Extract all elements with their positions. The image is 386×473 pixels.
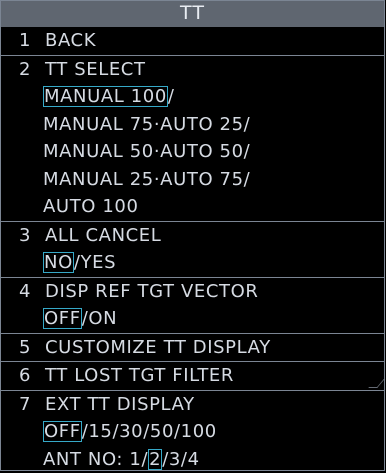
menu-item-label: BACK bbox=[45, 30, 96, 51]
menu-item-label: DISP REF TGT VECTOR bbox=[45, 281, 258, 302]
menu-item-number: 7 bbox=[19, 391, 45, 419]
menu-item-number: 3 bbox=[19, 222, 45, 250]
menu-item-number: 6 bbox=[19, 362, 45, 390]
option-label[interactable]: MANUAL 75·AUTO 25/ bbox=[43, 114, 250, 135]
all-cancel-options[interactable]: NO/YES bbox=[1, 249, 384, 277]
option-separator: / bbox=[168, 86, 175, 107]
menu-item-back[interactable]: 1BACK bbox=[1, 27, 384, 55]
menu-item-number: 5 bbox=[19, 334, 45, 362]
menu-item-disp-ref-tgt-vector[interactable]: 4DISP REF TGT VECTOR bbox=[1, 277, 384, 306]
tt-select-option-manual-75[interactable]: MANUAL 75·AUTO 25/ bbox=[1, 111, 384, 139]
selected-option[interactable]: MANUAL 100 bbox=[43, 86, 168, 107]
selected-option[interactable]: OFF bbox=[43, 308, 82, 329]
menu-item-tt-select[interactable]: 2TT SELECT bbox=[1, 55, 384, 84]
disp-ref-options[interactable]: OFF/ON bbox=[1, 305, 384, 333]
menu-item-label: TT SELECT bbox=[45, 59, 146, 80]
option-rest[interactable]: /ON bbox=[82, 308, 118, 329]
option-rest[interactable]: /15/30/50/100 bbox=[82, 421, 217, 442]
ant-no-label: ANT NO: bbox=[43, 449, 129, 470]
ant-no-row[interactable]: ANT NO: 1/2/3/4 bbox=[1, 446, 384, 473]
option-label[interactable]: MANUAL 50·AUTO 50/ bbox=[43, 141, 250, 162]
option-label[interactable]: AUTO 100 bbox=[43, 196, 139, 217]
menu-title: TT bbox=[1, 1, 384, 27]
menu-item-label: CUSTOMIZE TT DISPLAY bbox=[45, 337, 271, 358]
ext-display-options[interactable]: OFF/15/30/50/100 bbox=[1, 418, 384, 446]
tt-menu-panel: TT 1BACK 2TT SELECT MANUAL 100/ MANUAL 7… bbox=[0, 0, 385, 471]
menu-item-label: EXT TT DISPLAY bbox=[45, 394, 195, 415]
tt-select-option-manual-25[interactable]: MANUAL 25·AUTO 75/ bbox=[1, 166, 384, 194]
menu-item-label: ALL CANCEL bbox=[45, 225, 161, 246]
ant-no-after[interactable]: /3/4 bbox=[162, 449, 199, 470]
tt-select-option-manual-50[interactable]: MANUAL 50·AUTO 50/ bbox=[1, 138, 384, 166]
selected-option[interactable]: OFF bbox=[43, 421, 82, 442]
menu-item-number: 1 bbox=[19, 27, 45, 55]
ant-no-selected[interactable]: 2 bbox=[148, 449, 162, 470]
menu-item-all-cancel[interactable]: 3ALL CANCEL bbox=[1, 221, 384, 250]
menu-item-number: 4 bbox=[19, 278, 45, 306]
menu-item-label: TT LOST TGT FILTER bbox=[45, 365, 234, 386]
tt-select-option-manual-100[interactable]: MANUAL 100/ bbox=[1, 83, 384, 111]
tt-select-option-auto-100[interactable]: AUTO 100 bbox=[1, 193, 384, 221]
menu-item-customize-tt-display[interactable]: 5CUSTOMIZE TT DISPLAY bbox=[1, 333, 384, 362]
option-rest[interactable]: /YES bbox=[74, 252, 116, 273]
selected-option[interactable]: NO bbox=[43, 252, 74, 273]
option-label[interactable]: MANUAL 25·AUTO 75/ bbox=[43, 169, 250, 190]
menu-item-ext-tt-display[interactable]: 7EXT TT DISPLAY bbox=[1, 390, 384, 419]
menu-item-tt-lost-tgt-filter[interactable]: 6TT LOST TGT FILTER bbox=[1, 361, 384, 390]
ant-no-before[interactable]: 1/ bbox=[129, 449, 148, 470]
menu-item-number: 2 bbox=[19, 56, 45, 84]
